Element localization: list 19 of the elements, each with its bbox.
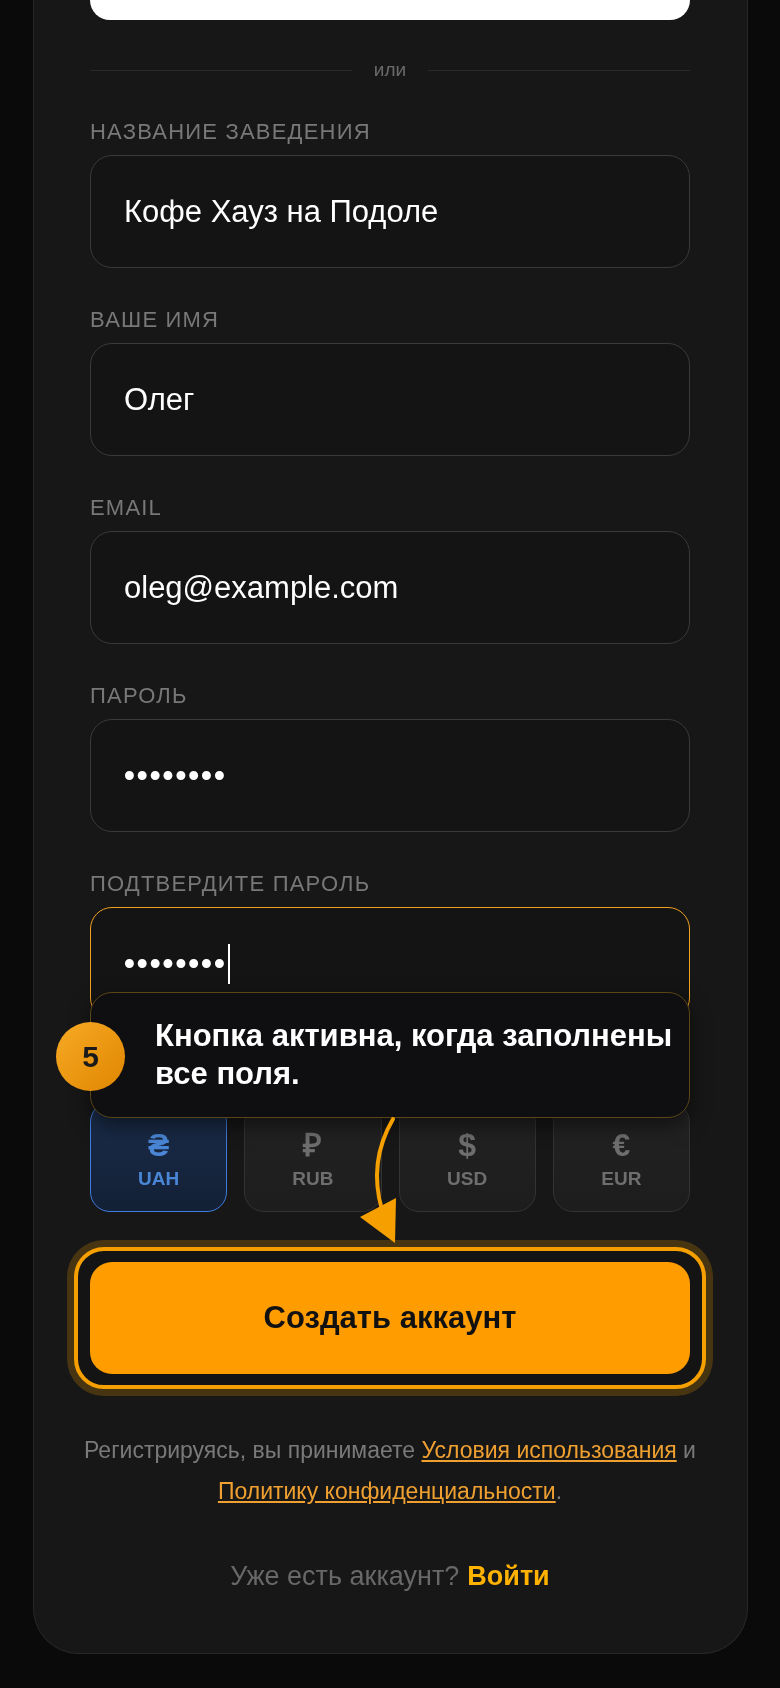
field-label: НАЗВАНИЕ ЗАВЕДЕНИЯ: [90, 120, 372, 144]
cut-off-button[interactable]: [90, 0, 690, 20]
terms-link[interactable]: Условия использования: [421, 1437, 677, 1463]
input-field[interactable]: oleg@example.com: [90, 531, 690, 644]
tooltip-text: Кнопка активна, когда заполнены все поля.: [155, 1017, 673, 1093]
password-field[interactable]: ••••••••: [90, 719, 690, 832]
divider-label: или: [373, 60, 407, 80]
login-prompt: Уже есть аккаунт?: [230, 1561, 460, 1591]
field-label: ПАРОЛЬ: [90, 684, 189, 708]
input-field[interactable]: Олег: [90, 343, 690, 456]
terms-link[interactable]: Политику конфиденциальности: [217, 1478, 556, 1504]
input-field[interactable]: Кофе Хауз на Подоле: [90, 155, 690, 268]
field-label: EMAIL: [90, 496, 164, 520]
login-link[interactable]: Войти: [467, 1561, 550, 1591]
field-label: ПОДТВЕРДИТЕ ПАРОЛЬ: [90, 872, 372, 896]
field-label: ВАШЕ ИМЯ: [90, 308, 221, 332]
text-cursor-icon: [227, 943, 230, 984]
create-account-button[interactable]: Создать аккаунт: [90, 1262, 690, 1374]
terms-text: Регистрируясь, вы принимаете Условия использования и Политику конфиденциальности.: [83, 1436, 697, 1506]
